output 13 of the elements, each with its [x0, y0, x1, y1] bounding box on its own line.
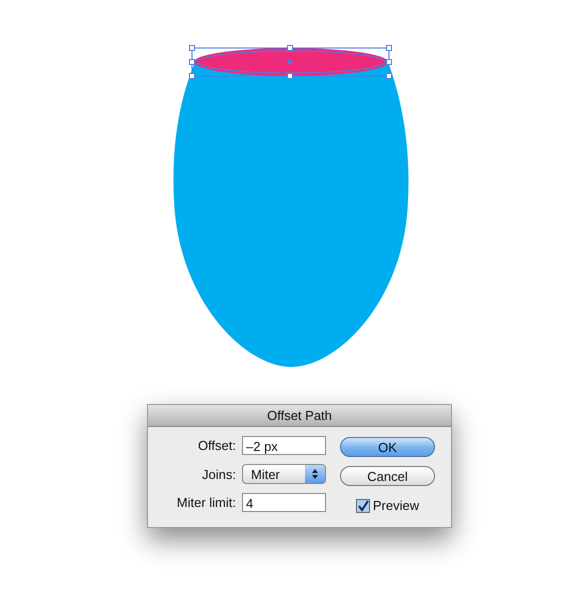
- field-label: Joins:: [201, 466, 236, 482]
- selection-box[interactable]: [189, 45, 392, 79]
- input-field[interactable]: –2 px: [242, 436, 326, 455]
- input-field[interactable]: 4: [242, 493, 326, 512]
- checkbox-label: Preview: [372, 498, 420, 513]
- field-label: Offset:: [196, 438, 236, 453]
- dialog-title: Offset Path: [148, 405, 451, 427]
- dialog-button[interactable]: OK: [340, 437, 435, 457]
- dialog-button[interactable]: Cancel: [340, 466, 435, 486]
- preview-checkbox[interactable]: [356, 498, 370, 512]
- joins-dropdown[interactable]: Miter: [242, 464, 326, 484]
- field-label: Miter limit:: [176, 495, 236, 510]
- up-down-arrows-icon: [311, 468, 319, 480]
